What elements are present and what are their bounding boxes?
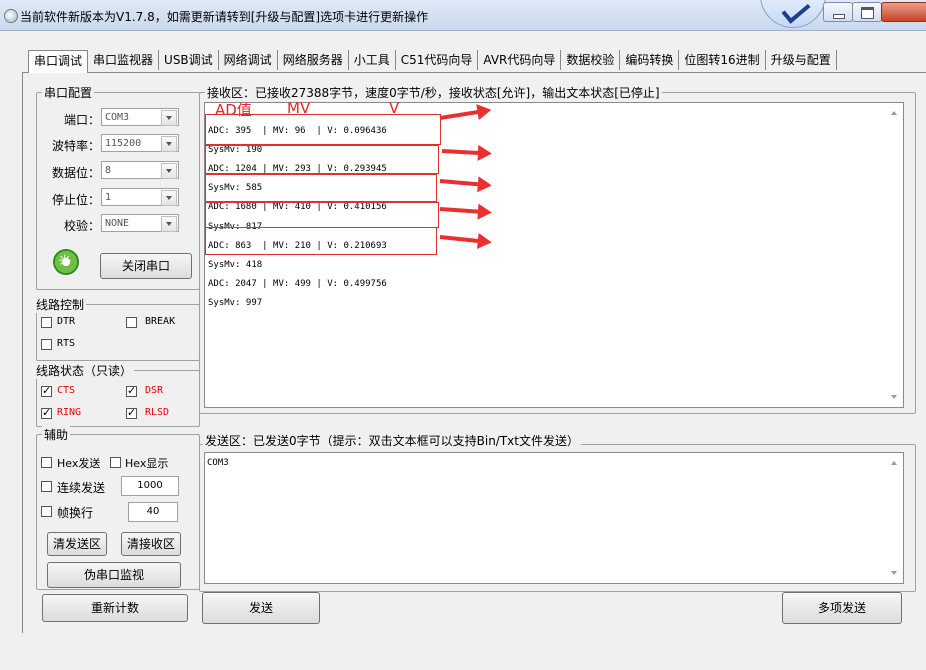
multi-send-button[interactable]: 多项发送 — [782, 592, 902, 624]
close-port-button[interactable]: 关闭串口 — [100, 253, 192, 279]
close-window-button[interactable] — [881, 2, 926, 22]
recount-button[interactable]: 重新计数 — [42, 594, 188, 622]
port-value: COM3 — [105, 112, 130, 123]
receive-scrollbar[interactable] — [887, 103, 903, 407]
rlsd-label: RLSD — [145, 407, 170, 418]
dtr-label: DTR — [57, 316, 76, 327]
parity-label: 校验： — [63, 219, 100, 233]
scroll-down-icon — [891, 571, 897, 575]
cts-checkbox — [41, 384, 52, 397]
hex-send-checkbox[interactable] — [41, 457, 52, 468]
baud-label: 波特率： — [51, 139, 100, 153]
assist-label: 辅助 — [42, 426, 71, 443]
rlsd-checkbox — [126, 406, 137, 419]
chevron-down-icon — [161, 136, 177, 152]
tab-network-server[interactable]: 网络服务器 — [278, 50, 349, 70]
send-textarea[interactable] — [204, 452, 904, 584]
baud-value: 115200 — [105, 138, 142, 149]
parity-value: NONE — [105, 218, 130, 229]
frame-newline-checkbox[interactable] — [41, 506, 52, 517]
tab-bar: 串口调试 串口监视器 USB调试 网络调试 网络服务器 小工具 C51代码向导 … — [28, 50, 837, 73]
clear-send-button[interactable]: 清发送区 — [47, 532, 107, 556]
tab-serial-monitor[interactable]: 串口监视器 — [88, 50, 160, 70]
port-status-icon — [53, 249, 79, 275]
hex-send-label: Hex发送 — [57, 457, 101, 470]
tab-upgrade-config[interactable]: 升级与配置 — [766, 50, 837, 70]
ring-label: RING — [57, 407, 82, 418]
receive-line: SysMv: 997 — [208, 298, 263, 309]
tab-encoding[interactable]: 编码转换 — [620, 50, 680, 70]
continuous-send-label: 连续发送 — [57, 481, 106, 495]
scroll-up-icon — [891, 461, 897, 465]
tab-c51-wizard[interactable]: C51代码向导 — [396, 50, 479, 70]
break-label: BREAK — [145, 316, 176, 327]
dsr-label: DSR — [145, 385, 164, 396]
chevron-down-icon — [161, 216, 177, 232]
highlight-box-4 — [205, 202, 439, 228]
chevron-down-icon — [161, 110, 177, 126]
receive-status-label: 接收区：已接收27388字节，速度0字节/秒，接收状态[允许]，输出文本状态[已… — [205, 84, 662, 101]
send-scrollbar[interactable] — [887, 453, 903, 583]
port-label: 端口： — [63, 113, 100, 127]
line-control-label: 线路控制 — [34, 296, 87, 313]
chevron-down-icon — [161, 163, 177, 179]
frame-newline-label: 帧换行 — [57, 506, 94, 520]
tab-checksum[interactable]: 数据校验 — [561, 50, 621, 70]
stopbits-label: 停止位： — [51, 193, 100, 207]
databits-select[interactable]: 8 — [101, 161, 179, 179]
break-checkbox[interactable] — [126, 317, 137, 328]
tab-tools[interactable]: 小工具 — [349, 50, 396, 70]
ring-checkbox — [41, 406, 52, 419]
minimize-button[interactable] — [823, 2, 853, 22]
continuous-send-checkbox[interactable] — [41, 481, 52, 492]
scroll-down-icon — [891, 395, 897, 399]
port-select[interactable]: COM3 — [101, 108, 179, 126]
highlight-box-5 — [205, 227, 437, 255]
app-icon — [4, 9, 18, 23]
clear-recv-button[interactable]: 清接收区 — [121, 532, 181, 556]
highlight-box-1 — [205, 114, 441, 145]
baud-select[interactable]: 115200 — [101, 134, 179, 152]
hex-display-label: Hex显示 — [125, 457, 169, 470]
highlight-box-3 — [205, 174, 437, 202]
receive-line: ADC: 2047 | MV: 499 | V: 0.499756 — [208, 279, 387, 290]
pseudo-monitor-button[interactable]: 伪串口监视 — [47, 562, 181, 588]
send-status-label: 发送区：已发送0字节（提示：双击文本框可以支持Bin/Txt文件发送） — [203, 432, 581, 449]
frame-value-input[interactable]: 40 — [128, 502, 178, 522]
tab-bitmap-hex[interactable]: 位图转16进制 — [679, 50, 766, 70]
highlight-box-2 — [205, 145, 439, 174]
send-button[interactable]: 发送 — [202, 592, 320, 624]
tab-network-debug[interactable]: 网络调试 — [219, 50, 278, 70]
dsr-checkbox — [126, 384, 137, 397]
serial-config-label: 串口配置 — [42, 84, 95, 101]
chevron-down-icon — [161, 190, 177, 206]
stopbits-value: 1 — [105, 192, 112, 203]
receive-line: SysMv: 418 — [208, 259, 263, 270]
tab-avr-wizard[interactable]: AVR代码向导 — [478, 50, 562, 70]
send-text: COM3 — [207, 458, 229, 468]
databits-label: 数据位： — [51, 166, 100, 180]
tab-usb-debug[interactable]: USB调试 — [159, 50, 219, 70]
rts-label: RTS — [57, 338, 76, 349]
hex-display-checkbox[interactable] — [110, 457, 121, 468]
tab-serial-debug[interactable]: 串口调试 — [28, 50, 89, 73]
line-status-label: 线路状态（只读） — [34, 362, 135, 379]
stopbits-select[interactable]: 1 — [101, 188, 179, 206]
window-title: 当前软件新版本为V1.7.8，如需更新请转到[升级与配置]选项卡进行更新操作 — [20, 10, 429, 24]
parity-select[interactable]: NONE — [101, 214, 179, 232]
rts-checkbox[interactable] — [41, 339, 52, 350]
scroll-up-icon — [891, 111, 897, 115]
continuous-interval-input[interactable]: 1000 — [121, 476, 179, 496]
dtr-checkbox[interactable] — [41, 317, 52, 328]
maximize-button[interactable] — [852, 2, 882, 22]
cts-label: CTS — [57, 385, 76, 396]
databits-value: 8 — [105, 165, 112, 176]
